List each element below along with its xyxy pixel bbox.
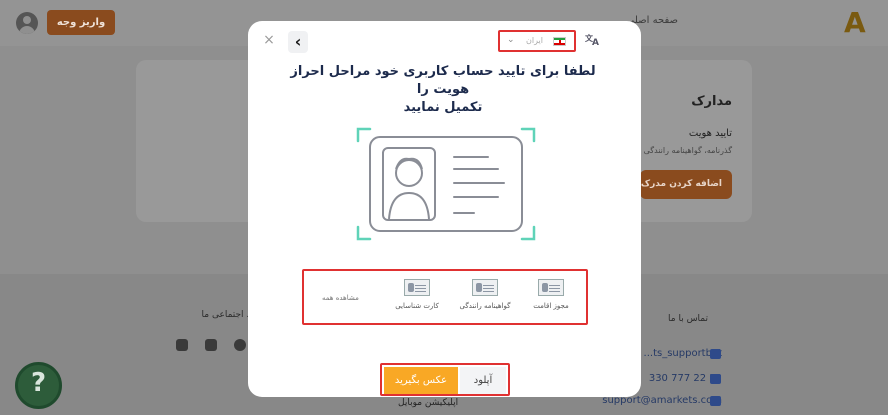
id-verification-title: تایید هویت xyxy=(688,128,732,139)
brand-logo[interactable]: A xyxy=(844,6,874,39)
mobile-app-label[interactable]: اپلیکیشن موبایل xyxy=(398,398,458,408)
modal-heading: لطفا برای تایید حساب کاربری خود مراحل اح… xyxy=(288,63,598,117)
upload-button[interactable]: آپلود xyxy=(460,367,506,394)
telegram-icon xyxy=(710,349,721,359)
phone-icon xyxy=(710,374,721,384)
youtube-icon[interactable] xyxy=(176,339,188,351)
user-avatar-icon[interactable] xyxy=(16,12,38,34)
close-icon[interactable]: × xyxy=(262,33,276,47)
id-card-illustration xyxy=(356,127,536,241)
option-label: مجوز اقامت xyxy=(533,302,569,310)
instagram-icon[interactable] xyxy=(205,339,217,351)
option-label: گواهینامه رانندگی xyxy=(459,302,511,310)
modal-heading-line-1: لطفا برای تایید حساب کاربری خود مراحل اح… xyxy=(290,64,596,97)
drivers-license-card-icon xyxy=(472,279,498,296)
identity-verification-modal: × ‹ ⌄ ایران 文 A لطفا برای تایید حساب کار… xyxy=(248,21,641,397)
documents-title: مدارک xyxy=(691,94,732,109)
document-type-options: مجوز اقامت گواهینامه رانندگی کارت شناسای… xyxy=(302,269,588,325)
deposit-button[interactable]: واریز وجه xyxy=(47,10,115,35)
facebook-icon[interactable] xyxy=(234,339,246,351)
option-label: کارت شناسایی xyxy=(395,302,439,310)
take-photo-button[interactable]: عکس بگیرید xyxy=(384,367,458,394)
country-select[interactable]: ⌄ ایران xyxy=(498,30,576,52)
upload-actions: عکس بگیرید آپلود xyxy=(380,363,510,396)
id-card-icon xyxy=(404,279,430,296)
add-document-button[interactable]: اضافه کردن مدرک xyxy=(640,170,732,199)
view-all-link[interactable]: مشاهده همه xyxy=(322,294,359,302)
email-icon xyxy=(710,396,721,406)
chevron-down-icon: ⌄ xyxy=(507,35,515,45)
modal-heading-line-2: تکمیل نمایید xyxy=(403,100,483,115)
iran-flag-icon xyxy=(553,37,566,46)
id-verification-subtitle: گذرنامه، گواهینامه رانندگی ... xyxy=(633,146,732,155)
social-networks-title: ... اجتماعی ما xyxy=(201,310,255,320)
translate-icon[interactable]: 文 A xyxy=(585,33,601,49)
option-residence-permit[interactable]: مجوز اقامت xyxy=(520,279,582,310)
contact-us-title: تماس با ما xyxy=(668,314,708,324)
residence-permit-card-icon xyxy=(538,279,564,296)
option-drivers-license[interactable]: گواهینامه رانندگی xyxy=(454,279,516,310)
back-button[interactable]: ‹ xyxy=(288,31,308,53)
country-name: ایران xyxy=(526,36,543,45)
help-chat-button[interactable] xyxy=(15,362,62,409)
option-id-card[interactable]: کارت شناسایی xyxy=(386,279,448,310)
